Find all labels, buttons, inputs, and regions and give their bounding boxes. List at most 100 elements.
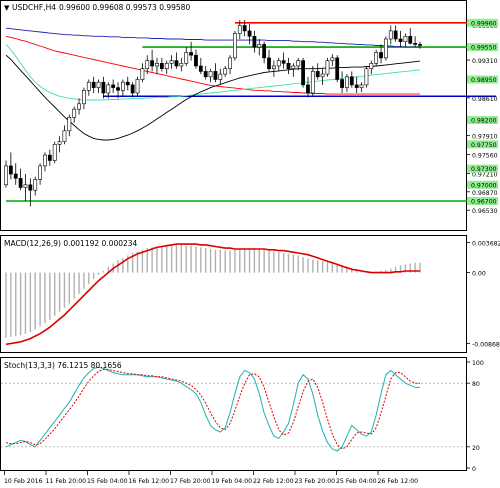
candle-body <box>349 76 354 86</box>
candle-body <box>150 60 155 67</box>
candle-body <box>315 71 320 78</box>
price-tick-label: 0.96870 <box>472 190 498 197</box>
candle-body <box>125 81 130 86</box>
candle-body <box>67 117 72 132</box>
x-tick-label: 22 Feb 12:00 <box>253 478 294 485</box>
candle-body <box>398 38 403 42</box>
candle-body <box>242 25 247 32</box>
candle-body <box>247 30 252 37</box>
symbol-arrow-icon: ▼ <box>4 4 10 12</box>
candle-body <box>169 60 174 64</box>
candle-body <box>120 81 125 91</box>
stoch-tick-label: 80 <box>472 381 480 388</box>
candle-body <box>393 30 398 40</box>
candle-body <box>72 108 77 118</box>
x-tick-label: 16 Feb 12:00 <box>129 478 170 485</box>
x-tick-label: 10 Feb 2016 <box>4 478 43 485</box>
stoch-label: Stoch(13,3,3) 76.1215 80.1656 <box>4 361 122 370</box>
candle-body <box>354 84 359 88</box>
candle-body <box>388 30 393 40</box>
candle-body <box>237 25 242 34</box>
candle-body <box>198 65 203 72</box>
price-tag-label: 0.99550 <box>471 45 497 52</box>
candle-body <box>189 52 193 56</box>
candle-body <box>159 62 164 69</box>
candle-body <box>379 52 383 59</box>
candle-body <box>359 84 364 88</box>
candle-body <box>218 73 223 80</box>
candle-body <box>369 62 374 69</box>
candle-body <box>145 60 150 69</box>
candle-body <box>374 52 379 64</box>
candle-body <box>96 81 101 88</box>
candle-body <box>286 62 291 69</box>
candle-body <box>281 60 286 64</box>
ohlc-header: 0.99600 0.99608 0.99573 0.99580 <box>59 3 190 12</box>
candle-body <box>325 60 330 75</box>
price-tag-label: 0.97300 <box>471 166 497 173</box>
candle-body <box>296 60 301 67</box>
price-tick-label: 0.97560 <box>472 153 498 160</box>
candle-body <box>330 57 335 61</box>
x-tick-label: 25 Feb 04:00 <box>336 478 377 485</box>
candle-body <box>179 62 184 67</box>
candle-body <box>140 68 145 80</box>
candle-body <box>335 57 340 80</box>
price-tick-label: 0.99310 <box>472 58 498 65</box>
candle-body <box>155 62 159 67</box>
candle-body <box>252 35 257 48</box>
candle-body <box>101 81 106 94</box>
symbol-title: USDCHF,H4 <box>12 3 56 12</box>
candle-body <box>257 44 262 48</box>
candle-body <box>340 79 344 88</box>
candle-body <box>164 62 169 69</box>
candle-body <box>184 52 189 64</box>
candle-body <box>301 60 306 86</box>
x-tick-label: 17 Feb 20:00 <box>170 478 211 485</box>
candle-body <box>262 44 267 59</box>
price-tag-label: 0.96700 <box>471 199 497 206</box>
price-tag-label: 0.97750 <box>471 142 497 149</box>
price-tag-label: 0.98200 <box>471 118 497 125</box>
candle-body <box>267 57 271 70</box>
candle-body <box>418 44 422 46</box>
candle-body <box>33 179 38 191</box>
candle-body <box>38 165 42 180</box>
candle-body <box>52 144 57 161</box>
x-tick-label: 23 Feb 20:00 <box>295 478 336 485</box>
candle-body <box>228 57 232 70</box>
macd-label: MACD(12,26,9) 0.001192 0.000234 <box>4 239 138 248</box>
stoch-tick-label: 20 <box>472 445 480 452</box>
candle-body <box>28 184 33 191</box>
candle-body <box>203 71 208 78</box>
macd-tick-label: 0.003682 <box>472 241 500 248</box>
candle-body <box>306 84 310 94</box>
candle-body <box>271 65 276 69</box>
candle-body <box>413 43 418 45</box>
stoch-tick-label: 0 <box>472 466 476 473</box>
candle-body <box>82 90 86 105</box>
macd-tick-label: -0.008684 <box>472 341 500 348</box>
candle-body <box>223 68 228 75</box>
price-tag-label: 0.99960 <box>471 20 497 27</box>
price-tag-label: 0.97000 <box>471 182 497 189</box>
candle-body <box>23 184 28 188</box>
candle-body <box>13 173 18 179</box>
x-tick-label: 11 Feb 20:00 <box>46 478 87 485</box>
price-tag-label: 0.98950 <box>471 77 497 84</box>
candle-body <box>208 71 213 78</box>
candle-body <box>291 65 296 69</box>
candle-body <box>4 165 8 186</box>
candle-body <box>106 84 111 94</box>
candle-body <box>320 73 325 78</box>
price-tick-label: 0.96530 <box>472 208 498 215</box>
candle-body <box>408 35 413 44</box>
candle-body <box>276 60 281 67</box>
candle-body <box>86 81 91 91</box>
candle-body <box>130 84 135 94</box>
candle-body <box>174 60 179 67</box>
x-tick-label: 15 Feb 04:00 <box>87 478 128 485</box>
candle-body <box>57 141 62 145</box>
candle-body <box>116 87 120 91</box>
candle-body <box>43 154 47 167</box>
